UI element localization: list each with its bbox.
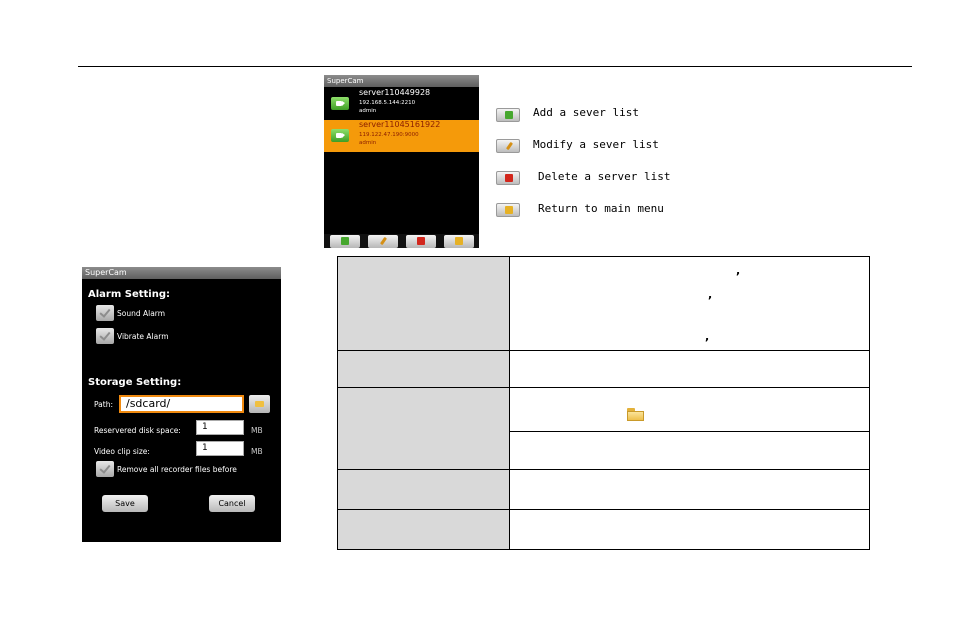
server-address: 119.122.47.190:9000 — [359, 132, 419, 138]
table-value-cell — [509, 431, 870, 470]
clip-size-unit: MB — [251, 447, 263, 456]
server-toolbar — [324, 234, 479, 248]
legend-return: Return to main menu — [538, 202, 664, 215]
server-user: admin — [359, 108, 377, 114]
app-titlebar: SuperCam — [324, 75, 479, 87]
path-input[interactable]: /sdcard/ — [119, 395, 244, 413]
table-row — [337, 350, 870, 388]
alarm-heading: Alarm Setting: — [88, 289, 170, 300]
table-value-cell — [509, 509, 870, 550]
header-rule — [78, 66, 912, 67]
sound-alarm-checkbox[interactable] — [96, 305, 114, 321]
table-value-cell — [509, 469, 870, 510]
modify-server-icon — [496, 139, 520, 153]
table-row — [337, 469, 870, 510]
table-value-cell: , , , — [509, 256, 870, 351]
table-key-cell — [337, 509, 510, 550]
table-value-cell — [509, 387, 870, 432]
legend-modify: Modify a sever list — [533, 138, 659, 151]
server-name: server11045161922 — [359, 120, 441, 129]
return-menu-button[interactable] — [444, 235, 474, 248]
return-menu-icon — [496, 203, 520, 217]
storage-heading: Storage Setting: — [88, 377, 182, 388]
modify-server-icon — [371, 235, 395, 247]
table-row — [337, 509, 870, 550]
table-key-cell — [337, 256, 510, 351]
server-address: 192.168.5.144:2210 — [359, 100, 416, 106]
comma-mark: , — [708, 288, 713, 301]
remove-files-label: Remove all recorder files before — [117, 465, 237, 474]
modify-server-button[interactable] — [368, 235, 398, 248]
server-row-selected[interactable]: server11045161922 119.122.47.190:9000 ad… — [324, 120, 479, 152]
add-server-button[interactable] — [330, 235, 360, 248]
delete-server-icon — [409, 235, 433, 247]
vibrate-alarm-label: Vibrate Alarm — [117, 332, 169, 341]
camera-icon — [331, 129, 349, 142]
table-row: , , , — [337, 256, 870, 351]
table-row — [337, 387, 870, 470]
sound-alarm-label: Sound Alarm — [117, 309, 166, 318]
server-row[interactable]: server110449928 192.168.5.144:2210 admin — [324, 88, 479, 120]
return-menu-icon — [447, 235, 471, 247]
table-value-cell — [509, 350, 870, 388]
settings-table: , , , — [337, 256, 870, 550]
clip-size-label: Video clip size: — [94, 447, 150, 456]
add-server-icon — [333, 235, 357, 247]
legend-delete: Delete a server list — [538, 170, 671, 183]
comma-mark: , — [736, 264, 741, 277]
vibrate-alarm-checkbox[interactable] — [96, 328, 114, 344]
server-list-screen: SuperCam server110449928 192.168.5.144:2… — [324, 75, 479, 248]
table-key-cell — [337, 469, 510, 510]
legend-add: Add a sever list — [533, 106, 639, 119]
server-name: server110449928 — [359, 88, 431, 97]
save-button[interactable]: Save — [102, 495, 148, 512]
delete-server-button[interactable] — [406, 235, 436, 248]
server-user: admin — [359, 140, 377, 146]
remove-files-checkbox[interactable] — [96, 461, 114, 477]
path-label: Path: — [94, 400, 114, 409]
table-key-cell — [337, 350, 510, 388]
settings-screen: SuperCam Alarm Setting: Sound Alarm Vibr… — [82, 267, 281, 542]
disk-space-unit: MB — [251, 426, 263, 435]
browse-folder-button[interactable] — [249, 395, 270, 413]
disk-space-input[interactable]: 1 — [196, 420, 244, 435]
camera-icon — [331, 97, 349, 110]
add-server-icon — [496, 108, 520, 122]
disk-space-label: Reservered disk space: — [94, 426, 181, 435]
table-key-cell — [337, 387, 510, 470]
app-titlebar: SuperCam — [82, 267, 281, 279]
delete-server-icon — [496, 171, 520, 185]
cancel-button[interactable]: Cancel — [209, 495, 255, 512]
comma-mark: , — [705, 330, 710, 343]
clip-size-input[interactable]: 1 — [196, 441, 244, 456]
folder-icon — [627, 408, 644, 421]
